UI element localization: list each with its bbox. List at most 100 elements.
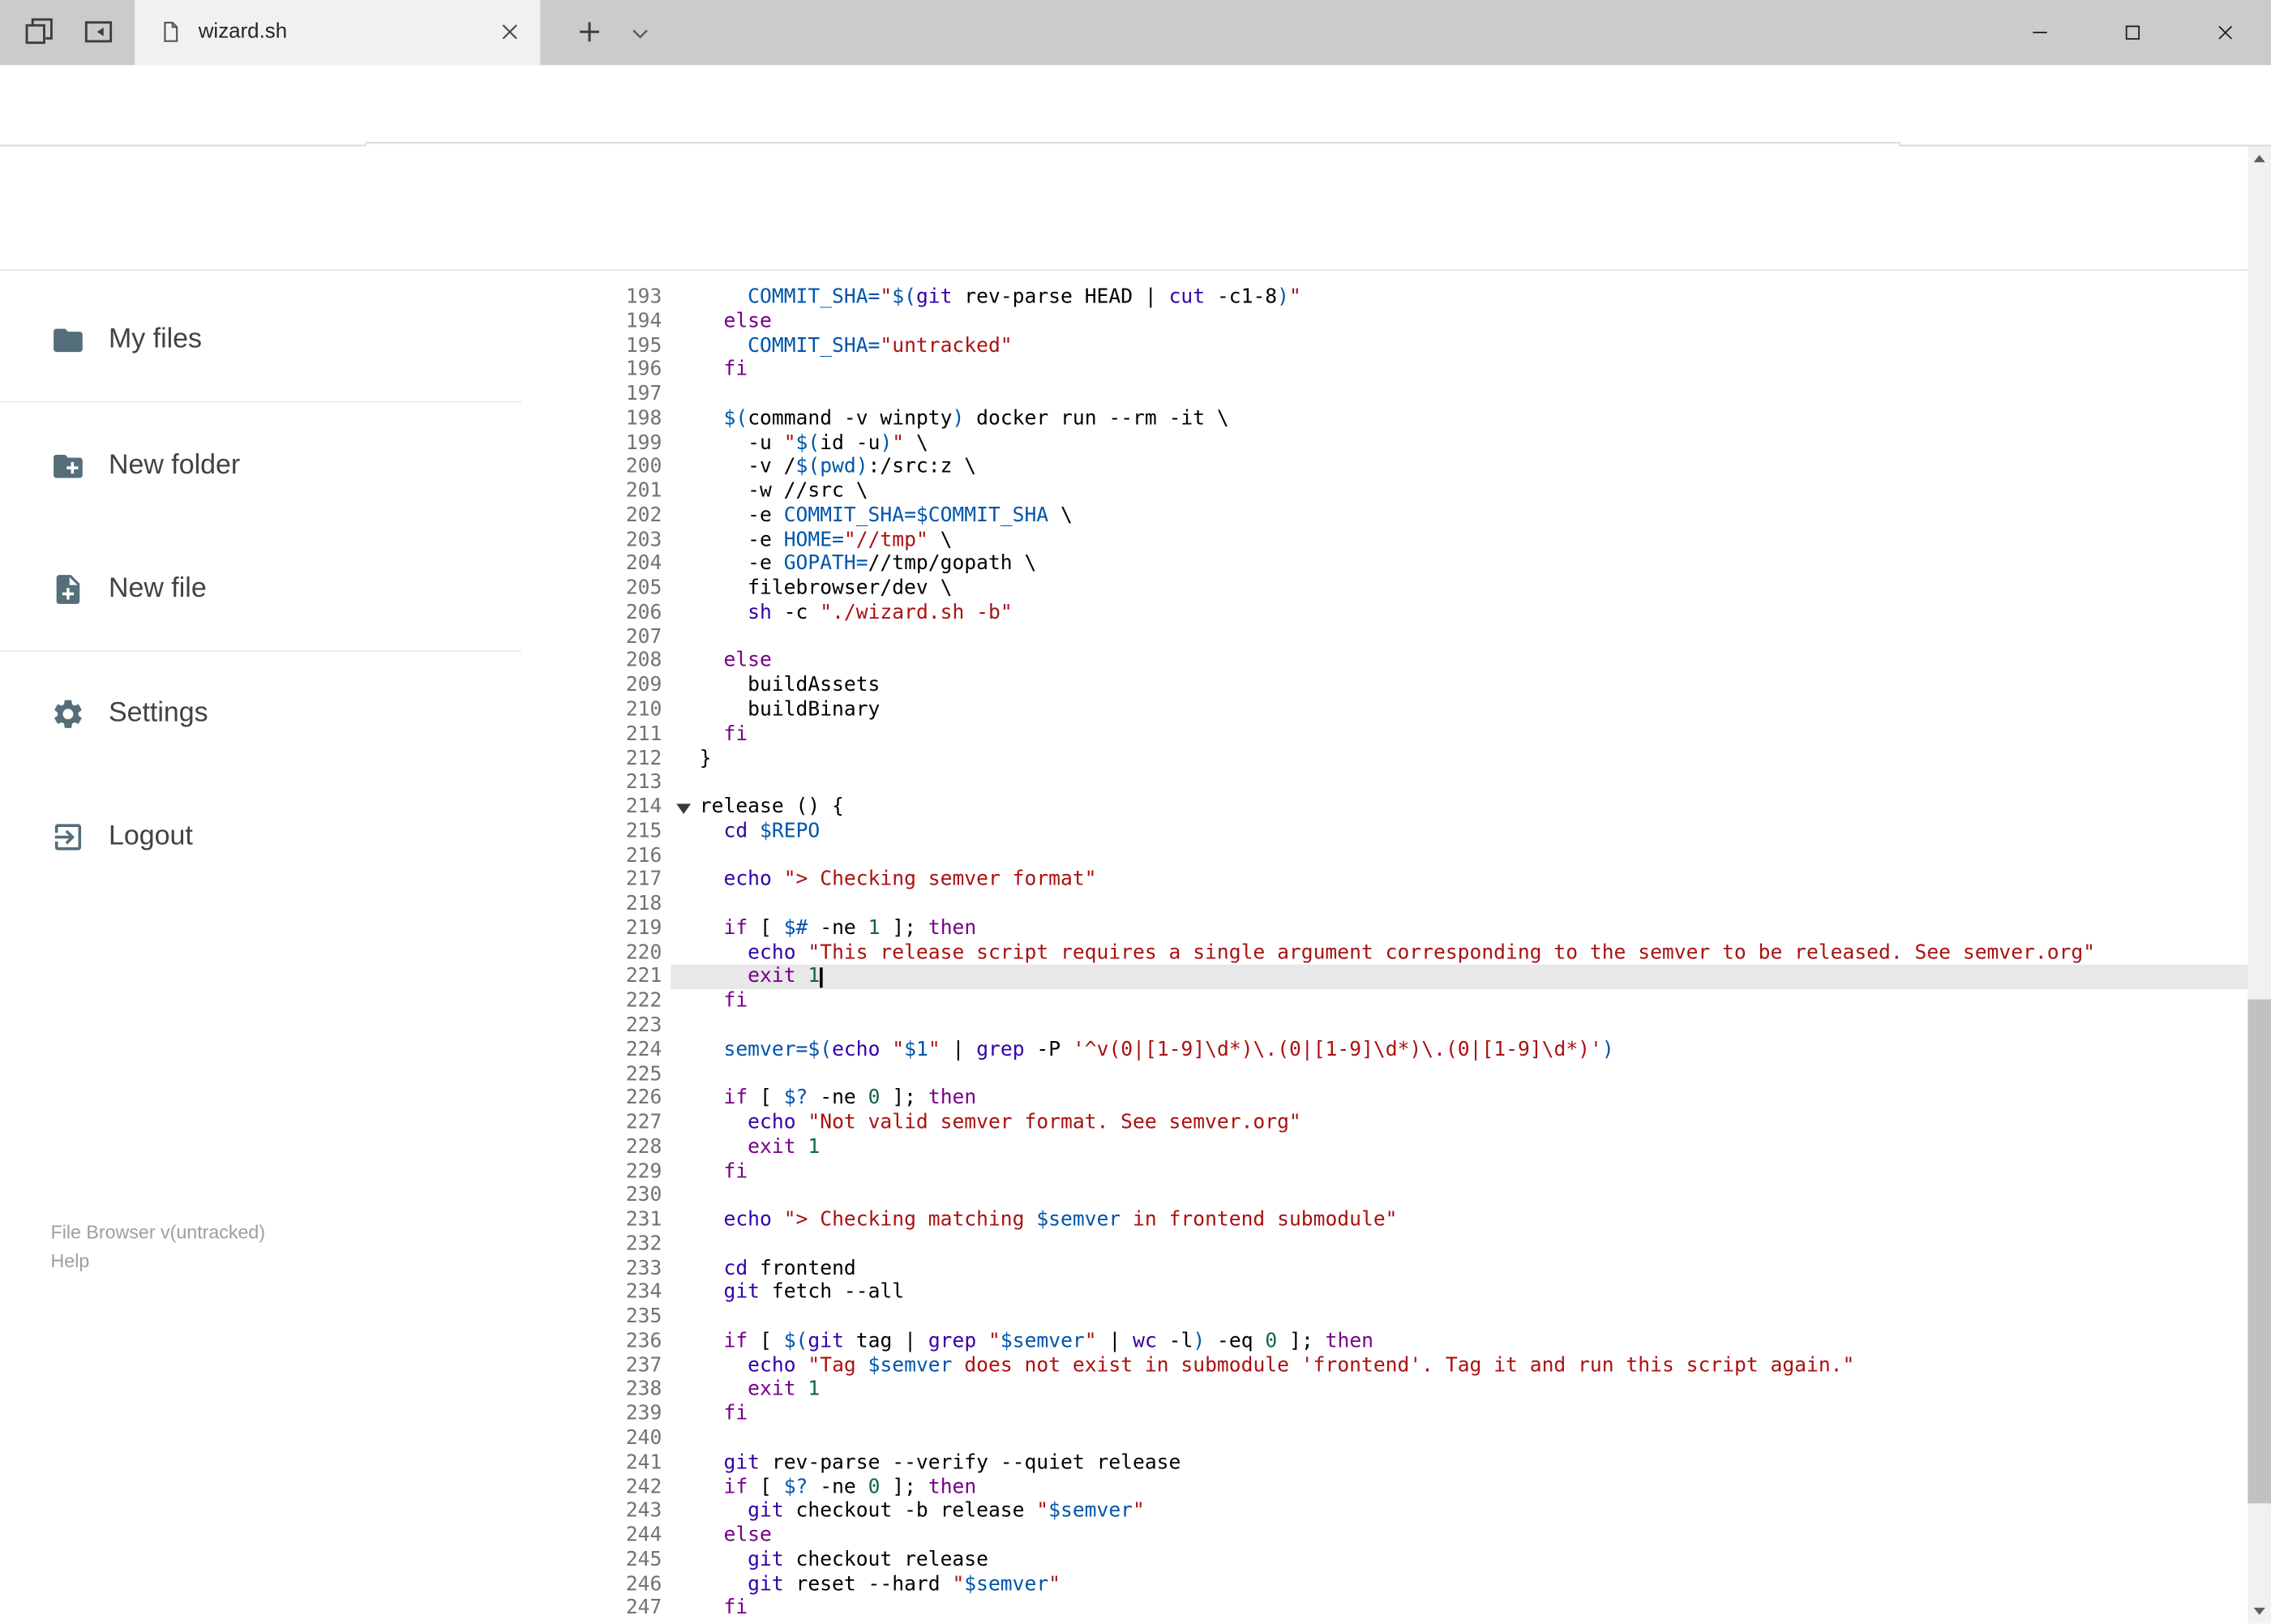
sidebar-item-my-files[interactable]: My files	[0, 306, 584, 375]
code-line[interactable]: else	[671, 1523, 2247, 1548]
line-number[interactable]: 206	[584, 601, 671, 625]
code-line[interactable]: git fetch --all	[671, 1281, 2247, 1305]
scrollbar[interactable]	[2247, 146, 2271, 1624]
code-line[interactable]	[671, 1427, 2247, 1451]
code-lines[interactable]: COMMIT_SHA="$(git rev-parse HEAD | cut -…	[671, 271, 2248, 1623]
code-line[interactable]: $(command -v winpty) docker run --rm -it…	[671, 407, 2247, 431]
line-number[interactable]: 196	[584, 358, 671, 383]
code-line[interactable]	[671, 771, 2247, 795]
line-number[interactable]: 234	[584, 1281, 671, 1305]
code-line[interactable]: -e HOME="//tmp" \	[671, 528, 2247, 552]
code-line[interactable]	[671, 1305, 2247, 1330]
code-line[interactable]: COMMIT_SHA="$(git rev-parse HEAD | cut -…	[671, 285, 2247, 310]
tab-stack-icon[interactable]	[22, 15, 57, 49]
line-number[interactable]: 244	[584, 1523, 671, 1548]
code-line[interactable]: git checkout release	[671, 1548, 2247, 1572]
code-line[interactable]: -w //src \	[671, 480, 2247, 504]
window-maximize-button[interactable]	[2085, 0, 2178, 65]
line-number[interactable]: 232	[584, 1232, 671, 1257]
code-line[interactable]: release () {	[671, 795, 2247, 820]
line-number[interactable]: 208	[584, 649, 671, 674]
code-line[interactable]: cd $REPO	[671, 820, 2247, 844]
line-number[interactable]: 247	[584, 1596, 671, 1621]
new-tab-icon[interactable]	[575, 17, 604, 46]
line-number[interactable]: 198	[584, 407, 671, 431]
line-number[interactable]: 215	[584, 820, 671, 844]
code-line[interactable]: else	[671, 649, 2247, 674]
line-number[interactable]: 218	[584, 893, 671, 917]
code-line[interactable]: if [ $# -ne 1 ]; then	[671, 917, 2247, 941]
code-line[interactable]: echo "Not valid semver format. See semve…	[671, 1111, 2247, 1135]
set-tabs-aside-icon[interactable]	[81, 15, 116, 49]
code-line[interactable]: exit 1	[671, 965, 2248, 990]
code-line[interactable]: if [ $? -ne 0 ]; then	[671, 1086, 2247, 1111]
code-line[interactable]: sh -c "./wizard.sh -b"	[671, 601, 2247, 625]
line-number[interactable]: 201	[584, 480, 671, 504]
code-line[interactable]	[671, 383, 2247, 407]
code-line[interactable]: echo "This release script requires a sin…	[671, 941, 2247, 966]
line-number[interactable]: 217	[584, 868, 671, 893]
code-line[interactable]: fi	[671, 1159, 2247, 1184]
line-number[interactable]: 197	[584, 383, 671, 407]
code-line[interactable]: COMMIT_SHA="untracked"	[671, 334, 2247, 358]
line-number[interactable]: 235	[584, 1305, 671, 1330]
sidebar-item-logout[interactable]: Logout	[0, 803, 584, 872]
tab-close-icon[interactable]	[499, 22, 520, 42]
code-line[interactable]: buildBinary	[671, 698, 2247, 722]
line-number[interactable]: 223	[584, 1013, 671, 1038]
line-number[interactable]: 193	[584, 285, 671, 310]
code-line[interactable]: }	[671, 747, 2247, 771]
line-number[interactable]: 245	[584, 1548, 671, 1572]
line-number[interactable]: 211	[584, 722, 671, 747]
code-line[interactable]: git rev-parse --verify --quiet release	[671, 1450, 2247, 1475]
code-line[interactable]	[671, 893, 2247, 917]
code-line[interactable]: exit 1	[671, 1378, 2247, 1403]
code-line[interactable]	[671, 1232, 2247, 1257]
line-number[interactable]: 233	[584, 1257, 671, 1281]
line-number[interactable]: 226	[584, 1086, 671, 1111]
code-line[interactable]: git checkout -b release "$semver"	[671, 1499, 2247, 1523]
code-line[interactable]	[671, 844, 2247, 868]
line-number[interactable]: 194	[584, 310, 671, 334]
help-link[interactable]: Help	[51, 1247, 266, 1276]
code-line[interactable]: fi	[671, 722, 2247, 747]
line-number[interactable]: 204	[584, 552, 671, 576]
line-number[interactable]: 209	[584, 674, 671, 698]
line-number[interactable]: 207	[584, 625, 671, 649]
line-number[interactable]: 199	[584, 431, 671, 456]
line-number[interactable]: 219	[584, 917, 671, 941]
line-number[interactable]: 214	[584, 795, 692, 820]
line-number[interactable]: 203	[584, 528, 671, 552]
code-editor[interactable]: 193 194 195 196 197 198 199 200 201 202 203 204 205 2…	[583, 271, 2248, 1624]
code-line[interactable]: -v /$(pwd):/src:z \	[671, 456, 2247, 480]
code-line[interactable]: fi	[671, 1403, 2247, 1427]
line-number[interactable]: 216	[584, 844, 671, 868]
line-number[interactable]: 221	[584, 965, 671, 989]
browser-tab[interactable]: wizard.sh	[135, 0, 541, 66]
code-line[interactable]: cd frontend	[671, 1257, 2247, 1281]
sidebar-item-new-folder[interactable]: New folder	[0, 431, 584, 501]
line-number[interactable]: 220	[584, 941, 671, 966]
line-number[interactable]: 243	[584, 1499, 671, 1523]
code-line[interactable]: git reset --hard "$semver"	[671, 1572, 2247, 1596]
line-number[interactable]: 237	[584, 1354, 671, 1378]
line-number[interactable]: 236	[584, 1330, 671, 1354]
code-line[interactable]: -e COMMIT_SHA=$COMMIT_SHA \	[671, 503, 2247, 528]
code-line[interactable]	[671, 1062, 2247, 1086]
line-number[interactable]: 205	[584, 576, 671, 601]
code-line[interactable]: fi	[671, 989, 2247, 1013]
line-number[interactable]: 230	[584, 1184, 671, 1208]
code-line[interactable]: semver=$(echo "$1" | grep -P '^v(0|[1-9]…	[671, 1038, 2247, 1062]
scroll-up-button[interactable]	[2247, 146, 2271, 170]
line-number[interactable]: 239	[584, 1403, 671, 1427]
line-number[interactable]: 195	[584, 334, 671, 358]
code-line[interactable]: exit 1	[671, 1135, 2247, 1159]
line-number[interactable]: 229	[584, 1159, 671, 1184]
line-number[interactable]: 227	[584, 1111, 671, 1135]
sidebar-item-settings[interactable]: Settings	[0, 679, 584, 749]
line-number[interactable]: 238	[584, 1378, 671, 1403]
window-close-button[interactable]	[2179, 0, 2271, 65]
code-line[interactable]: echo "Tag $semver does not exist in subm…	[671, 1354, 2247, 1378]
fold-marker-icon[interactable]	[676, 803, 692, 815]
code-line[interactable]: filebrowser/dev \	[671, 576, 2247, 601]
